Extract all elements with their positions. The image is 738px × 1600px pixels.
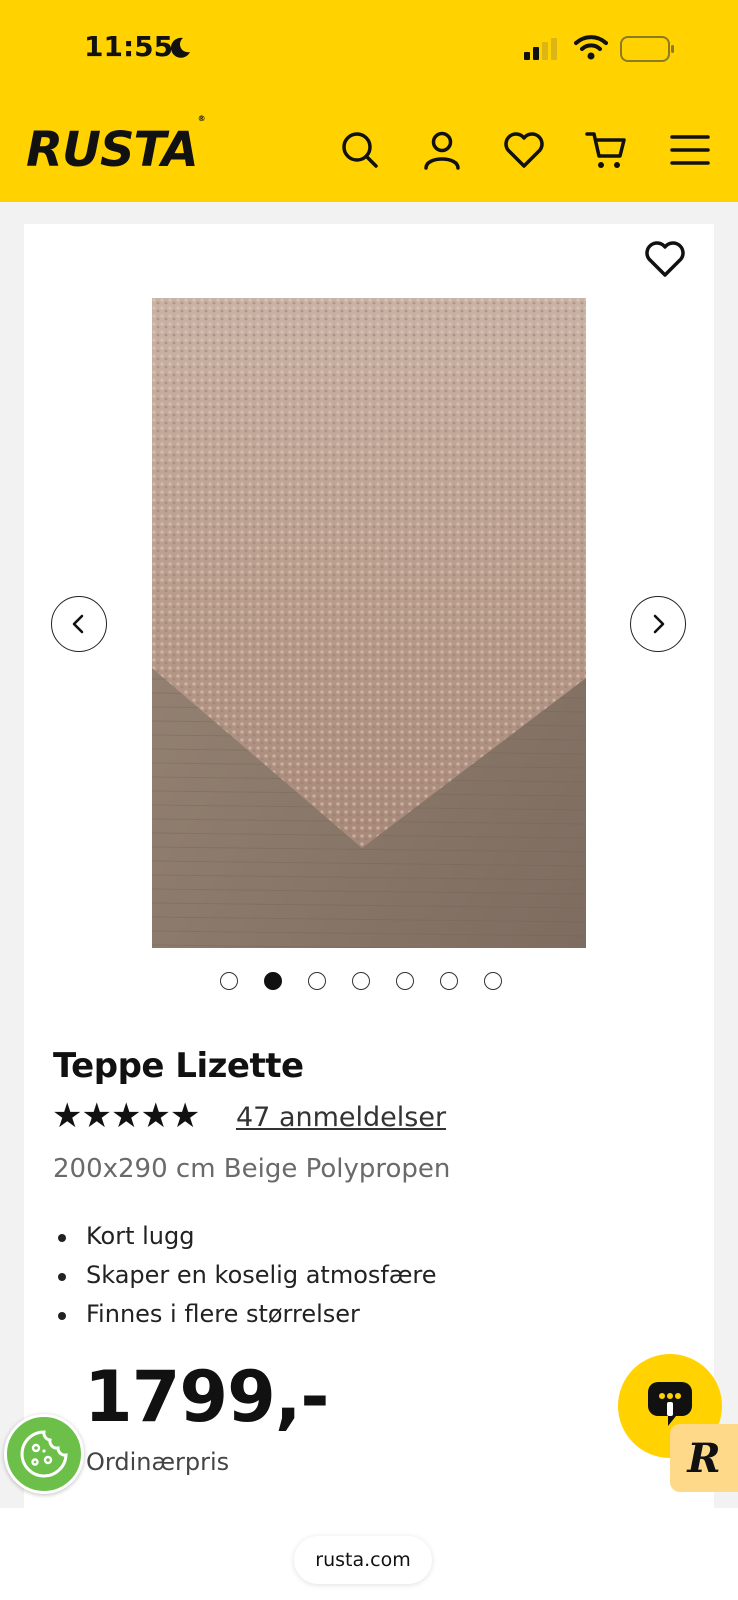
menu-button[interactable] [668, 128, 712, 172]
previous-image-button[interactable] [51, 596, 107, 652]
signal-icon [524, 38, 557, 60]
chevron-right-icon [653, 614, 665, 634]
moon-icon [170, 37, 190, 58]
next-image-button[interactable] [630, 596, 686, 652]
carousel-dot[interactable] [440, 972, 458, 990]
reviews-link[interactable]: 47 anmeldelser [236, 1102, 446, 1133]
favorites-button[interactable] [502, 128, 546, 172]
cookie-icon [20, 1430, 68, 1478]
rusta-logo[interactable]: RUSTA® [26, 114, 206, 178]
search-icon [342, 132, 378, 168]
carousel-dot[interactable] [484, 972, 502, 990]
wifi-icon [574, 35, 608, 60]
heart-icon [645, 241, 685, 277]
search-button[interactable] [338, 128, 382, 172]
rug-photo [152, 298, 586, 948]
status-time: 11:55 [84, 30, 174, 63]
feature-item: Kort lugg [58, 1222, 437, 1261]
product-subtitle: 200x290 cm Beige Polypropen [53, 1154, 451, 1184]
heart-icon [504, 132, 544, 168]
product-title: Teppe Lizette [53, 1046, 304, 1086]
browser-bottom-bar: rusta.com [0, 1508, 738, 1600]
add-to-favorites-button[interactable] [642, 236, 688, 282]
carousel-dot[interactable] [308, 972, 326, 990]
feature-list: Kort lugg Skaper en koselig atmosfære Fi… [58, 1222, 437, 1339]
rusta-r-badge[interactable]: R [670, 1424, 738, 1492]
price: 1799,- [84, 1356, 329, 1438]
user-icon [424, 131, 460, 170]
cookie-settings-button[interactable] [4, 1414, 84, 1494]
cart-icon [585, 132, 626, 168]
feature-item: Skaper en koselig atmosfære [58, 1261, 437, 1300]
carousel-dot[interactable] [220, 972, 238, 990]
account-button[interactable] [420, 128, 464, 172]
carousel-dot[interactable] [352, 972, 370, 990]
product-card: Teppe Lizette ★★★★★ 47 anmeldelser 200x2… [24, 224, 714, 1508]
carousel-dot[interactable] [396, 972, 414, 990]
price-label: Ordinærpris [86, 1448, 230, 1476]
product-image[interactable] [152, 298, 586, 948]
battery-icon [620, 36, 674, 62]
menu-icon [670, 135, 710, 165]
carousel-dots [24, 972, 714, 992]
cart-button[interactable] [584, 128, 628, 172]
address-bar[interactable]: rusta.com [294, 1536, 432, 1584]
feature-item: Finnes i flere størrelser [58, 1300, 437, 1339]
header: 11:55 RUSTA® [0, 0, 738, 202]
carousel-dot[interactable] [264, 972, 282, 990]
chevron-left-icon [72, 614, 84, 634]
rating-stars: ★★★★★ [52, 1096, 200, 1136]
